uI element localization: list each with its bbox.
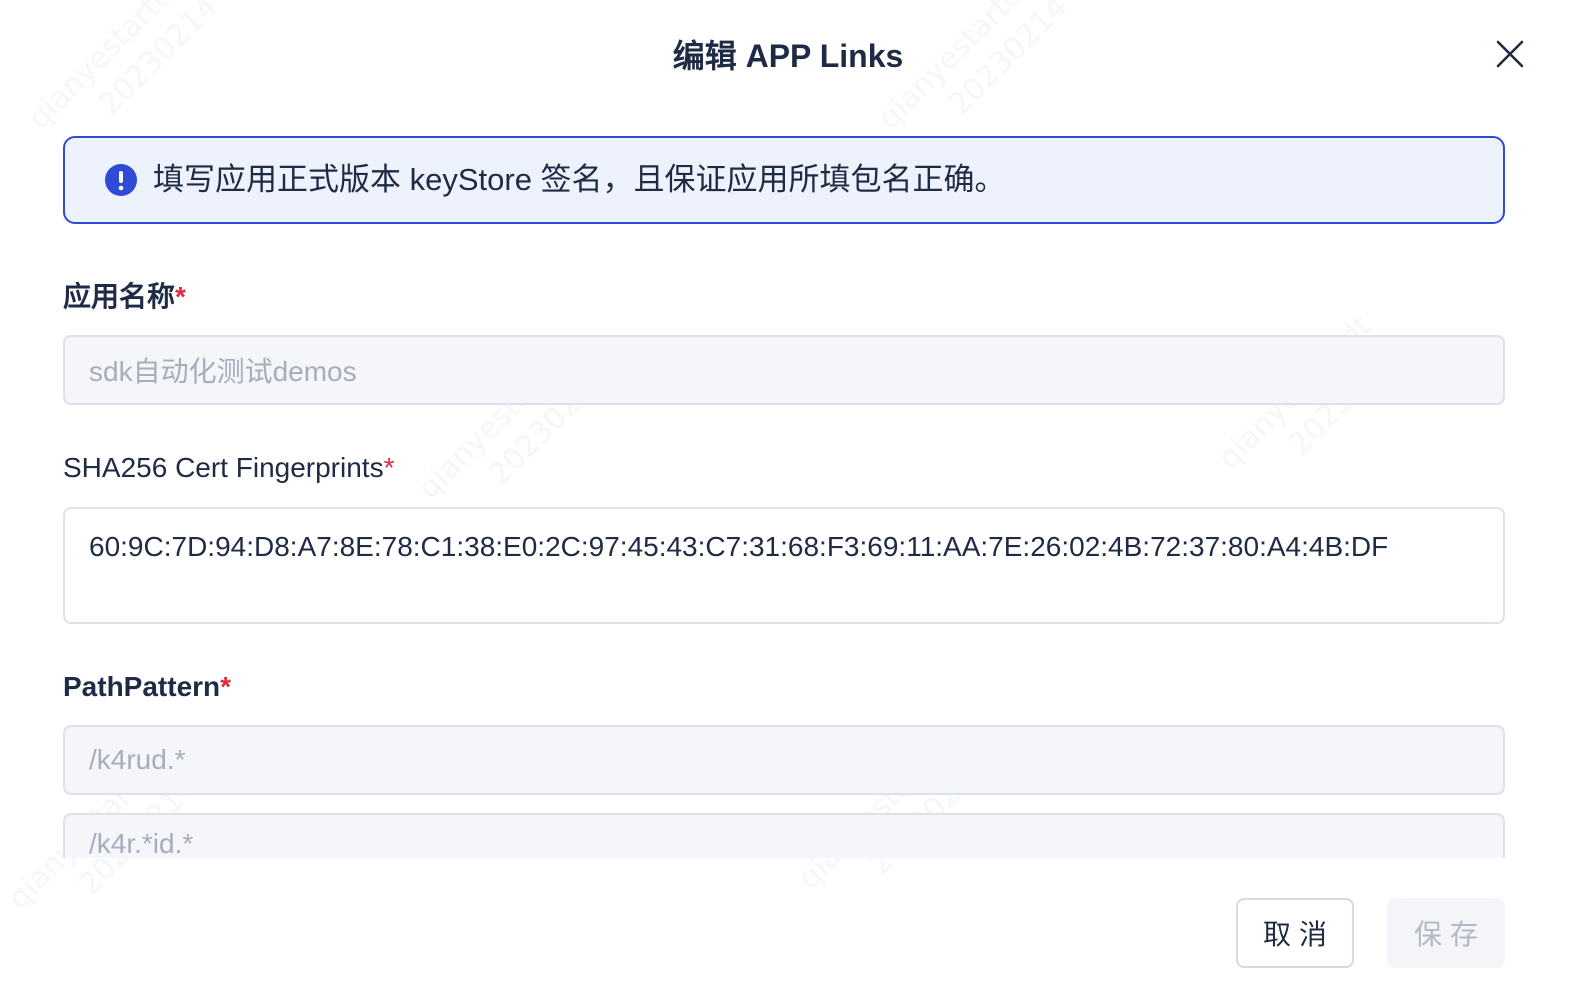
sha256-label: SHA256 Cert Fingerprints* [63,448,394,488]
required-mark: * [383,452,395,483]
exclamation-circle-icon [105,164,137,196]
path-pattern-label-text: PathPattern [63,671,221,702]
path-pattern-field[interactable]: /k4r.*id.* [63,813,1505,858]
sha256-label-text: SHA256 Cert Fingerprints [63,452,384,483]
app-name-value: sdk自动化测试demos [89,356,357,387]
sha256-value: 60:9C:7D:94:D8:A7:8E:78:C1:38:E0:2C:97:4… [89,531,1389,562]
app-name-label: 应用名称* [63,277,186,317]
cancel-button[interactable]: 取消 [1236,898,1354,968]
path-pattern-field[interactable]: /k4rud.* [63,725,1505,795]
required-mark: * [175,281,186,312]
edit-app-links-dialog: qianyestartdt20230214 qianyestartdt20230… [0,0,1576,1000]
path-pattern-value: /k4r.*id.* [89,828,194,858]
close-icon [1496,40,1524,68]
close-button[interactable] [1490,36,1530,76]
required-mark: * [220,671,232,702]
app-name-field[interactable]: sdk自动化测试demos [63,335,1505,405]
dialog-title: 编辑 APP Links [672,38,904,74]
sha256-textarea[interactable]: 60:9C:7D:94:D8:A7:8E:78:C1:38:E0:2C:97:4… [63,507,1505,624]
alert-message: 填写应用正式版本 keyStore 签名，且保证应用所填包名正确。 [153,162,1006,197]
path-pattern-label: PathPattern* [63,667,231,707]
save-button[interactable]: 保存 [1387,898,1505,968]
path-pattern-value: /k4rud.* [89,744,186,775]
app-name-label-text: 应用名称 [63,281,176,312]
scroll-area-clip: /k4r.*id.* [0,810,1576,858]
info-alert: 填写应用正式版本 keyStore 签名，且保证应用所填包名正确。 [63,136,1505,224]
